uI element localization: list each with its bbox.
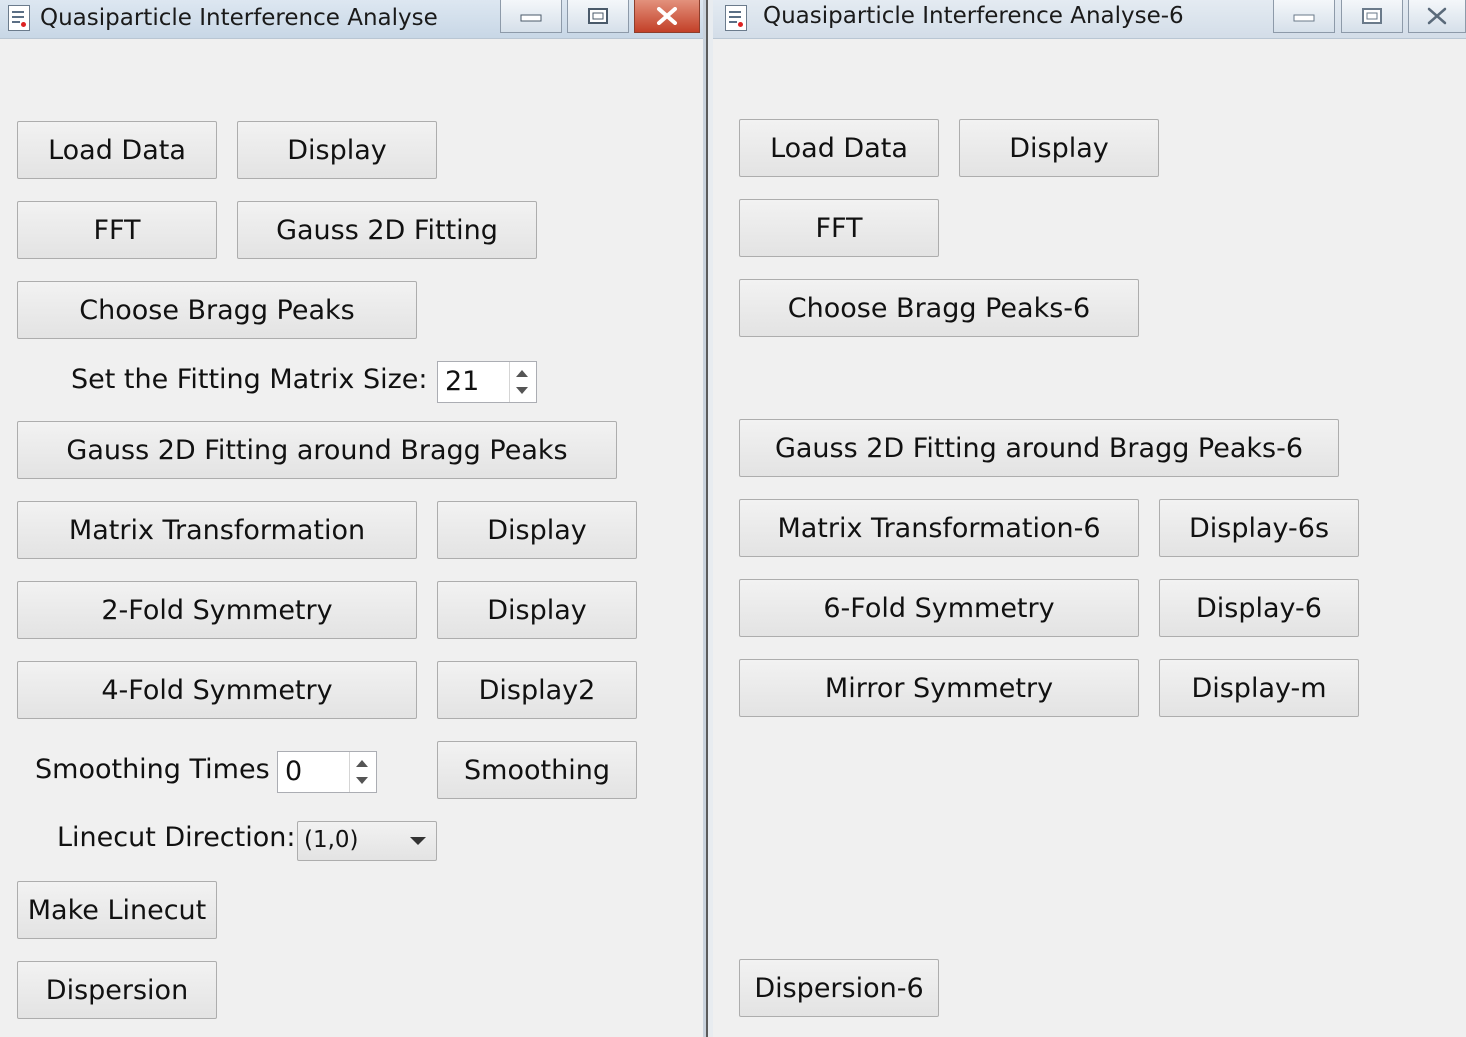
window-qpi-analyse-6: Quasiparticle Interference Analyse-6 Loa… bbox=[713, 0, 1466, 1037]
smoothing-times-label: Smoothing Times bbox=[35, 754, 270, 785]
gauss-fit-around-bragg-peaks-button[interactable]: Gauss 2D Fitting around Bragg Peaks bbox=[17, 421, 617, 479]
make-linecut-button[interactable]: Make Linecut bbox=[17, 881, 217, 939]
matrix-transformation-button[interactable]: Matrix Transformation bbox=[17, 501, 417, 559]
linecut-direction-value: (1,0) bbox=[304, 827, 359, 853]
fft-button[interactable]: FFT bbox=[739, 199, 939, 257]
fitting-matrix-size-value: 21 bbox=[445, 366, 480, 397]
fitting-matrix-size-spinner[interactable]: 21 bbox=[437, 361, 537, 403]
two-fold-symmetry-button[interactable]: 2-Fold Symmetry bbox=[17, 581, 417, 639]
load-data-button[interactable]: Load Data bbox=[739, 119, 939, 177]
close-icon bbox=[657, 7, 677, 25]
six-fold-symmetry-button[interactable]: 6-Fold Symmetry bbox=[739, 579, 1139, 637]
window-qpi-analyse: Quasiparticle Interference Analyse Load … bbox=[0, 0, 703, 1037]
window-title: Quasiparticle Interference Analyse-6 bbox=[763, 3, 1184, 29]
smoothing-times-value: 0 bbox=[285, 756, 303, 787]
fitting-matrix-size-label: Set the Fitting Matrix Size: bbox=[71, 364, 428, 395]
display-matrix-button[interactable]: Display bbox=[437, 501, 637, 559]
app-icon bbox=[725, 5, 747, 31]
minimize-icon bbox=[520, 14, 542, 22]
display-m-button[interactable]: Display-m bbox=[1159, 659, 1359, 717]
minimize-button[interactable] bbox=[500, 0, 562, 33]
smoothing-times-spinner[interactable]: 0 bbox=[277, 751, 377, 793]
maximize-button[interactable] bbox=[1341, 0, 1403, 33]
dispersion-button[interactable]: Dispersion bbox=[17, 961, 217, 1019]
smoothing-button[interactable]: Smoothing bbox=[437, 741, 637, 799]
window-separator bbox=[703, 0, 713, 1037]
window-title: Quasiparticle Interference Analyse bbox=[40, 5, 438, 31]
matrix-transformation-6-button[interactable]: Matrix Transformation-6 bbox=[739, 499, 1139, 557]
mirror-symmetry-button[interactable]: Mirror Symmetry bbox=[739, 659, 1139, 717]
display-button[interactable]: Display bbox=[959, 119, 1159, 177]
spin-up-icon[interactable] bbox=[516, 370, 528, 377]
display2-button[interactable]: Display2 bbox=[437, 661, 637, 719]
title-bar[interactable]: Quasiparticle Interference Analyse-6 bbox=[713, 0, 1466, 39]
linecut-direction-select[interactable]: (1,0) bbox=[297, 821, 437, 861]
fft-button[interactable]: FFT bbox=[17, 201, 217, 259]
close-button[interactable] bbox=[634, 0, 700, 33]
close-button[interactable] bbox=[1408, 0, 1466, 33]
maximize-button[interactable] bbox=[567, 0, 629, 33]
minimize-icon bbox=[1293, 14, 1315, 22]
app-icon bbox=[8, 5, 30, 31]
display-button[interactable]: Display bbox=[237, 121, 437, 179]
maximize-icon bbox=[1362, 8, 1382, 24]
spin-down-icon[interactable] bbox=[356, 777, 368, 784]
display-6-button[interactable]: Display-6 bbox=[1159, 579, 1359, 637]
load-data-button[interactable]: Load Data bbox=[17, 121, 217, 179]
title-bar[interactable]: Quasiparticle Interference Analyse bbox=[0, 0, 703, 39]
display-6s-button[interactable]: Display-6s bbox=[1159, 499, 1359, 557]
spin-down-icon[interactable] bbox=[516, 387, 528, 394]
linecut-direction-label: Linecut Direction: bbox=[57, 822, 296, 853]
dispersion-6-button[interactable]: Dispersion-6 bbox=[739, 959, 939, 1017]
gauss-fit-around-bragg-peaks-6-button[interactable]: Gauss 2D Fitting around Bragg Peaks-6 bbox=[739, 419, 1339, 477]
gauss-2d-fitting-button[interactable]: Gauss 2D Fitting bbox=[237, 201, 537, 259]
minimize-button[interactable] bbox=[1273, 0, 1335, 33]
choose-bragg-peaks-6-button[interactable]: Choose Bragg Peaks-6 bbox=[739, 279, 1139, 337]
chevron-down-icon bbox=[410, 837, 426, 845]
spin-up-icon[interactable] bbox=[356, 760, 368, 767]
four-fold-symmetry-button[interactable]: 4-Fold Symmetry bbox=[17, 661, 417, 719]
close-icon bbox=[1427, 7, 1447, 25]
maximize-icon bbox=[588, 8, 608, 24]
choose-bragg-peaks-button[interactable]: Choose Bragg Peaks bbox=[17, 281, 417, 339]
display-two-fold-button[interactable]: Display bbox=[437, 581, 637, 639]
